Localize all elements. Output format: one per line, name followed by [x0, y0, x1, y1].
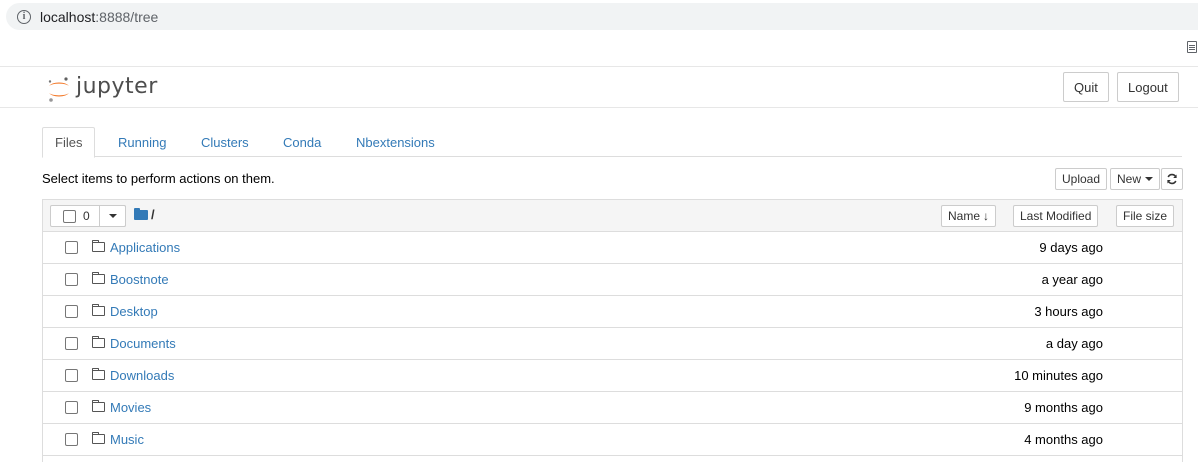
tab-running[interactable]: Running: [106, 127, 178, 157]
item-modified: 3 hours ago: [1034, 304, 1103, 319]
url-path: :8888/tree: [95, 8, 159, 25]
sort-by-file-size-button[interactable]: File size: [1116, 205, 1175, 227]
list-item[interactable]: Documents a day ago: [43, 328, 1182, 360]
row-checkbox[interactable]: [65, 241, 78, 254]
refresh-icon: [1167, 173, 1177, 185]
folder-icon: [92, 240, 105, 252]
instructions-text: Select items to perform actions on them.: [42, 171, 275, 186]
item-modified: 9 months ago: [1024, 400, 1103, 415]
jupyter-logo-icon: [48, 77, 69, 102]
list-item[interactable]: Desktop 3 hours ago: [43, 296, 1182, 328]
chevron-down-icon: [1145, 177, 1154, 181]
item-modified: 4 months ago: [1024, 432, 1103, 447]
folder-icon: [134, 208, 148, 220]
folder-icon: [92, 432, 105, 444]
jupyter-header: jupyter Quit Logout: [0, 66, 1198, 108]
arrow-down-icon: ↓: [983, 209, 990, 223]
item-link[interactable]: Documents: [110, 336, 176, 351]
select-menu-button[interactable]: [99, 205, 126, 227]
row-checkbox[interactable]: [65, 433, 78, 446]
row-checkbox[interactable]: [65, 305, 78, 318]
item-link[interactable]: Desktop: [110, 304, 158, 319]
sort-by-name-button[interactable]: Name ↓: [941, 205, 997, 227]
bookmark-bar: [0, 34, 1198, 66]
folder-icon: [92, 336, 105, 348]
folder-icon: [92, 368, 105, 380]
sort-name-label: Name: [948, 209, 981, 223]
tab-conda[interactable]: Conda: [271, 127, 333, 157]
row-checkbox[interactable]: [65, 337, 78, 350]
tab-bar: Files Running Clusters Conda Nbextension…: [42, 127, 1182, 158]
tab-clusters[interactable]: Clusters: [189, 127, 261, 157]
item-modified: a day ago: [1045, 336, 1103, 351]
item-link[interactable]: Downloads: [110, 368, 174, 383]
chevron-down-icon: [108, 214, 117, 218]
quit-button[interactable]: Quit: [1063, 72, 1109, 102]
new-button-label: New: [1117, 172, 1142, 186]
refresh-button[interactable]: [1161, 168, 1183, 190]
item-link[interactable]: Movies: [110, 400, 151, 415]
logout-button[interactable]: Logout: [1117, 72, 1179, 102]
list-item[interactable]: Boostnote a year ago: [43, 264, 1182, 296]
item-link[interactable]: Applications: [110, 240, 180, 255]
url-field[interactable]: i localhost:8888/tree: [6, 3, 1198, 30]
item-link[interactable]: Boostnote: [110, 272, 169, 287]
item-modified: 9 days ago: [1039, 240, 1103, 255]
folder-icon: [92, 304, 105, 316]
item-modified: 10 minutes ago: [1014, 368, 1103, 383]
select-all-checkbox[interactable]: [63, 209, 76, 223]
row-checkbox[interactable]: [65, 273, 78, 286]
jupyter-logo[interactable]: jupyter: [46, 74, 166, 104]
tab-nbextensions[interactable]: Nbextensions: [344, 127, 447, 157]
breadcrumb[interactable]: /: [151, 207, 155, 222]
url-host: localhost: [40, 8, 96, 25]
reading-list-icon[interactable]: [1187, 41, 1197, 53]
new-button[interactable]: New: [1110, 168, 1161, 190]
upload-button[interactable]: Upload: [1055, 168, 1108, 190]
row-checkbox[interactable]: [65, 401, 78, 414]
sort-by-last-modified-button[interactable]: Last Modified: [1013, 205, 1099, 227]
jupyter-wordmark: jupyter: [76, 74, 158, 99]
row-checkbox[interactable]: [65, 369, 78, 382]
browser-address-bar: i localhost:8888/tree: [0, 0, 1198, 34]
file-list-header: 0 / Name ↓ Last Modified File size: [43, 200, 1182, 232]
list-item[interactable]: Music 4 months ago: [43, 424, 1182, 456]
file-list: 0 / Name ↓ Last Modified File size Appli…: [42, 199, 1183, 462]
tab-files[interactable]: Files: [42, 127, 96, 158]
item-modified: a year ago: [1041, 272, 1103, 287]
list-item[interactable]: Applications 9 days ago: [43, 232, 1182, 264]
selected-count: 0: [83, 209, 90, 223]
item-link[interactable]: Music: [110, 432, 144, 447]
info-icon[interactable]: i: [17, 9, 31, 24]
list-item[interactable]: Downloads 10 minutes ago: [43, 360, 1182, 392]
folder-icon: [92, 272, 105, 284]
list-item[interactable]: Movies 9 months ago: [43, 392, 1182, 424]
select-all-group: 0: [50, 205, 126, 227]
folder-icon: [92, 400, 105, 412]
